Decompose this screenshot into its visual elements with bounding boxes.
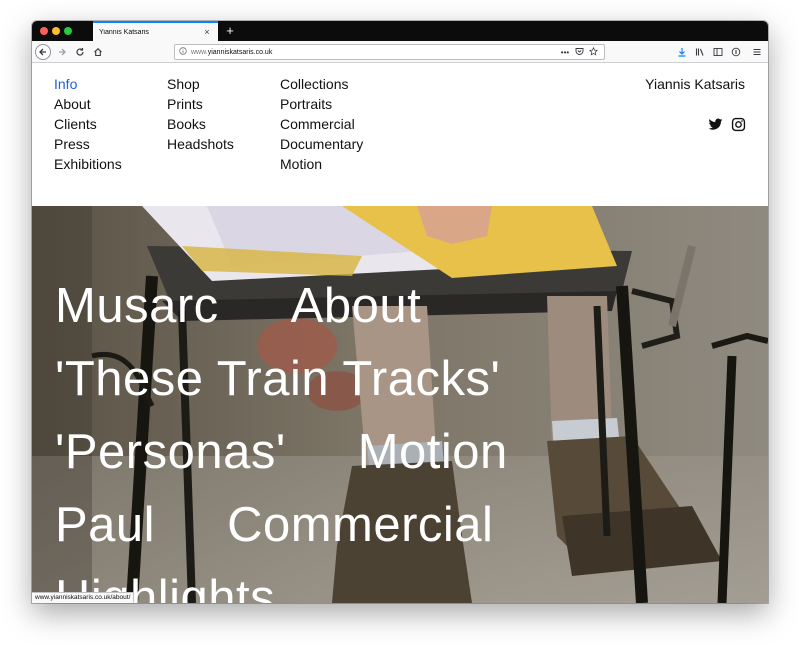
close-window-button[interactable]: [40, 27, 48, 35]
home-icon: [94, 48, 102, 57]
sidebar-icon: [713, 48, 723, 56]
nav-shop[interactable]: Shop: [167, 74, 240, 94]
nav-info[interactable]: Info: [54, 74, 127, 94]
hero-link-musarc[interactable]: Musarc: [55, 280, 219, 332]
tab-close-icon[interactable]: ×: [202, 27, 212, 37]
pocket-icon[interactable]: [572, 47, 586, 58]
hero-image: Musarc About 'These Train Tracks' 'Perso…: [32, 206, 768, 603]
hero-link-commercial[interactable]: Commercial: [227, 499, 493, 551]
web-page: Info About Clients Press Exhibitions Sho…: [32, 64, 768, 603]
forward-button[interactable]: [54, 44, 70, 60]
url-bar[interactable]: www.yianniskatsaris.co.uk •••: [174, 44, 605, 60]
hero-row: Highlights: [55, 572, 755, 603]
download-icon: [678, 48, 686, 57]
instagram-icon[interactable]: [731, 117, 746, 132]
hero-link-paul[interactable]: Paul: [55, 499, 155, 551]
new-tab-button[interactable]: +: [222, 23, 238, 39]
nav-toolbar: www.yianniskatsaris.co.uk •••: [32, 41, 768, 63]
hero-row: 'Personas' Motion: [55, 426, 755, 499]
back-button[interactable]: [35, 44, 51, 60]
hero-link-these-train-tracks[interactable]: 'These Train Tracks': [55, 353, 500, 405]
social-links: [708, 117, 746, 132]
reload-button[interactable]: [72, 44, 88, 60]
hero-link-personas[interactable]: 'Personas': [55, 426, 286, 478]
minimize-window-button[interactable]: [52, 27, 60, 35]
hero-row: Musarc About: [55, 280, 755, 353]
site-info-icon[interactable]: [179, 47, 191, 57]
nav-press[interactable]: Press: [54, 134, 127, 154]
nav-collections[interactable]: Collections: [280, 74, 363, 94]
browser-window: Yiannis Katsaris × + www.yianniskatsaris…: [32, 21, 768, 603]
extension-button[interactable]: [729, 44, 743, 60]
nav-headshots[interactable]: Headshots: [167, 134, 240, 154]
hero-row: Paul Commercial: [55, 499, 755, 572]
reload-icon: [76, 48, 84, 56]
hero-link-grid: Musarc About 'These Train Tracks' 'Perso…: [55, 280, 755, 603]
nav-books[interactable]: Books: [167, 114, 240, 134]
nav-column-collections: Collections Portraits Commercial Documen…: [280, 74, 363, 174]
nav-column-shop: Shop Prints Books Headshots: [167, 74, 240, 174]
hero-row: 'These Train Tracks': [55, 353, 755, 426]
site-title[interactable]: Yiannis Katsaris: [645, 74, 745, 94]
nav-column-info: Info About Clients Press Exhibitions: [54, 74, 127, 174]
site-nav: Info About Clients Press Exhibitions Sho…: [54, 74, 403, 174]
library-icon: [695, 48, 704, 56]
url-prefix: www.: [191, 48, 208, 56]
nav-clients[interactable]: Clients: [54, 114, 127, 134]
nav-about[interactable]: About: [54, 94, 127, 114]
arrow-right-icon: [59, 48, 66, 56]
hamburger-icon: [753, 49, 761, 55]
bookmark-star-icon[interactable]: [586, 46, 600, 58]
downloads-button[interactable]: [675, 44, 689, 60]
nav-prints[interactable]: Prints: [167, 94, 240, 114]
hamburger-menu-button[interactable]: [750, 44, 764, 60]
nav-documentary[interactable]: Documentary: [280, 134, 363, 154]
zoom-window-button[interactable]: [64, 27, 72, 35]
home-button[interactable]: [90, 44, 106, 60]
status-url-tooltip: www.yianniskatsaris.co.uk/about/: [32, 592, 135, 603]
url-host: yianniskatsaris.co.uk: [207, 48, 273, 56]
extension-icon: [731, 47, 741, 57]
tab-title: Yiannis Katsaris: [99, 28, 149, 36]
page-actions-button[interactable]: •••: [558, 48, 572, 57]
url-text[interactable]: www.yianniskatsaris.co.uk: [191, 49, 558, 56]
nav-exhibitions[interactable]: Exhibitions: [54, 154, 127, 174]
title-bar: Yiannis Katsaris × +: [32, 21, 768, 41]
library-button[interactable]: [693, 44, 707, 60]
tab-yiannis-katsaris[interactable]: Yiannis Katsaris ×: [93, 21, 218, 41]
nav-commercial[interactable]: Commercial: [280, 114, 363, 134]
arrow-left-icon: [39, 48, 46, 56]
hero-link-about[interactable]: About: [291, 280, 422, 332]
hero-link-motion[interactable]: Motion: [358, 426, 508, 478]
twitter-icon[interactable]: [708, 117, 723, 132]
sidebar-button[interactable]: [711, 44, 725, 60]
nav-portraits[interactable]: Portraits: [280, 94, 363, 114]
nav-motion[interactable]: Motion: [280, 154, 363, 174]
